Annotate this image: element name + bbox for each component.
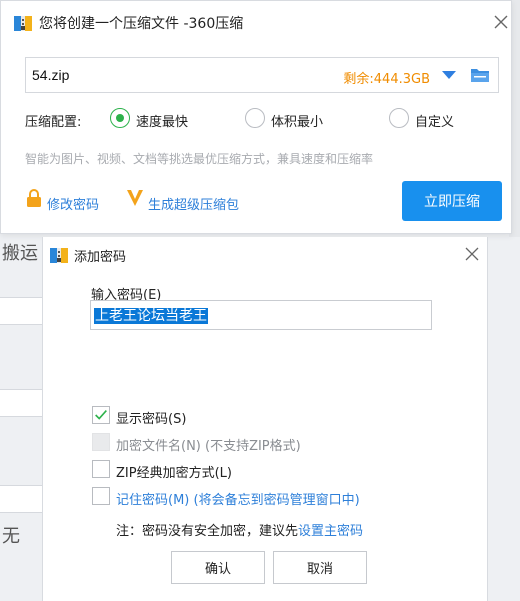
- password-dialog: 添加密码 输入密码(E) 上老王论坛当老王 显示密码(S) 加密文件名(N) (…: [42, 237, 488, 601]
- background-row: [0, 389, 42, 417]
- encrypt-filename-checkbox: [92, 433, 110, 451]
- v-logo-icon: [127, 190, 143, 206]
- dropdown-icon[interactable]: [442, 71, 456, 79]
- background-window-left: 搬运 无: [0, 237, 42, 601]
- folder-icon[interactable]: [470, 66, 490, 84]
- radio-smallest-label[interactable]: 体积最小: [271, 111, 323, 130]
- show-password-label[interactable]: 显示密码(S): [116, 408, 186, 427]
- close-icon[interactable]: [493, 14, 509, 30]
- dialog-title: 您将创建一个压缩文件 -360压缩: [39, 16, 244, 32]
- cancel-button[interactable]: 取消: [273, 551, 367, 584]
- radio-fastest-label[interactable]: 速度最快: [136, 111, 188, 130]
- compress-dialog: 您将创建一个压缩文件 -360压缩 54.zip 剩余:444.3GB 压缩配置…: [0, 0, 512, 234]
- file-name-input[interactable]: 54.zip: [32, 67, 69, 83]
- compress-hint: 智能为图片、视频、文档等挑选最优压缩方式，兼具速度和压缩率: [25, 152, 374, 166]
- security-note: 注：密码没有安全加密，建议先设置主密码: [116, 520, 363, 539]
- compress-config-label: 压缩配置:: [25, 115, 82, 130]
- background-text: 搬运: [2, 243, 38, 264]
- ok-button[interactable]: 确认: [171, 551, 265, 584]
- radio-custom-label[interactable]: 自定义: [415, 111, 454, 130]
- free-space-label: 剩余:444.3GB: [343, 72, 430, 87]
- set-master-password-link[interactable]: 设置主密码: [298, 524, 363, 539]
- radio-fastest[interactable]: [110, 108, 130, 128]
- password-value[interactable]: 上老王论坛当老王: [94, 308, 208, 324]
- checkmark-icon: [95, 410, 107, 420]
- background-text: 无: [2, 526, 20, 547]
- background-row: [0, 297, 42, 325]
- super-package-link[interactable]: 生成超级压缩包: [148, 194, 239, 213]
- app-icon: [14, 16, 32, 31]
- zip-classic-encryption-label[interactable]: ZIP经典加密方式(L): [116, 462, 232, 481]
- background-row: [0, 485, 42, 513]
- password-input[interactable]: 上老王论坛当老王: [90, 300, 432, 330]
- close-icon[interactable]: [464, 246, 480, 262]
- security-note-text: 注：密码没有安全加密，建议先: [116, 524, 299, 539]
- zip-classic-encryption-checkbox[interactable]: [92, 460, 110, 478]
- compress-now-button[interactable]: 立即压缩: [402, 181, 502, 221]
- encrypt-filename-label: 加密文件名(N) (不支持ZIP格式): [116, 439, 301, 454]
- show-password-checkbox[interactable]: [92, 406, 110, 424]
- remember-password-label[interactable]: 记住密码(M) (将会备忘到密码管理窗口中): [116, 489, 360, 508]
- remember-password-checkbox[interactable]: [92, 487, 110, 505]
- radio-smallest[interactable]: [245, 108, 265, 128]
- background-window-right: [488, 237, 520, 601]
- file-path-field[interactable]: 54.zip 剩余:444.3GB: [25, 57, 499, 93]
- lock-icon: [27, 189, 41, 207]
- app-icon: [50, 248, 68, 263]
- password-dialog-title: 添加密码: [74, 250, 127, 265]
- radio-custom[interactable]: [389, 108, 409, 128]
- change-password-link[interactable]: 修改密码: [47, 194, 99, 213]
